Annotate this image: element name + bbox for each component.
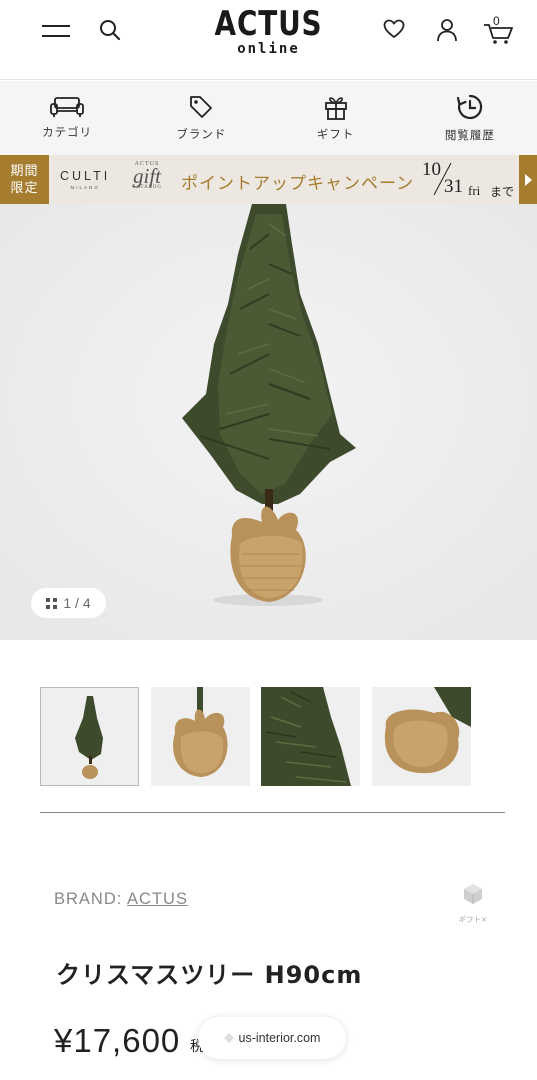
- thumbnail-tree-full-image: [41, 688, 138, 785]
- nav-item-label: ギフト: [316, 127, 355, 141]
- brand-line: BRAND: ACTUS: [54, 890, 188, 909]
- gift-logo-catalog: CATALOG: [132, 185, 162, 190]
- nav-item-label: 閲覧履歴: [444, 128, 495, 142]
- date-suffix: まで: [490, 185, 515, 199]
- sofa-icon: [50, 97, 85, 117]
- limited-line2: 限定: [10, 180, 39, 196]
- gift-icon: [324, 97, 347, 120]
- date-weekday: fri: [468, 183, 481, 198]
- chevron-right-icon: [525, 173, 532, 186]
- grid-icon: [46, 597, 58, 609]
- gift-catalog-logo: ACTUS gift CATALOG: [125, 161, 169, 190]
- campaign-title: ポイントアップキャンペーン: [181, 174, 415, 194]
- site-header: ACTUS online 0: [0, 0, 537, 80]
- nav-item-brand[interactable]: ブランド: [134, 81, 268, 155]
- image-counter: 1 / 4: [31, 588, 106, 618]
- nav-item-category[interactable]: カテゴリ: [0, 81, 134, 155]
- section-divider: [40, 812, 505, 813]
- heart-icon[interactable]: [381, 17, 407, 41]
- thumbnail-branch-closeup-image: [261, 687, 360, 786]
- nav-item-history[interactable]: 閲覧履歴: [403, 81, 537, 155]
- product-main-image[interactable]: 1 / 4: [0, 204, 537, 640]
- date-day: 31: [444, 176, 463, 197]
- gift-unavailable-badge: ギフト×: [452, 882, 494, 925]
- gift-box-icon: [464, 884, 482, 904]
- thumbnail-2[interactable]: [151, 687, 250, 786]
- thumbnail-4[interactable]: [372, 687, 471, 786]
- thumbnail-1[interactable]: [40, 687, 139, 786]
- tag-icon: [190, 96, 213, 118]
- brand-link[interactable]: ACTUS: [127, 890, 188, 908]
- product-title: クリスマスツリー H90cm: [56, 961, 363, 989]
- product-price: ¥17,600: [54, 1022, 181, 1059]
- culti-sub-text: MILANO: [70, 185, 100, 190]
- nav-item-gift[interactable]: ギフト: [269, 81, 403, 155]
- culti-main-text: CULTI: [60, 169, 111, 183]
- browser-url-text: us-interior.com: [238, 1031, 321, 1045]
- site-logo[interactable]: ACTUS online: [200, 6, 337, 56]
- campaign-banner[interactable]: 期間 限定 CULTI MILANO ACTUS gift CATALOG ポイン…: [0, 155, 537, 204]
- gift-logo-word: gift: [132, 164, 161, 188]
- nav-item-label: カテゴリ: [42, 125, 93, 139]
- account-icon[interactable]: [434, 16, 460, 44]
- culti-logo: CULTI MILANO: [60, 169, 110, 190]
- campaign-end-date: 10 31 fri まで: [420, 159, 516, 201]
- thumbnail-3[interactable]: [261, 687, 360, 786]
- christmas-tree-image: [0, 204, 537, 640]
- brand-prefix: BRAND:: [54, 890, 128, 908]
- browser-url-bar[interactable]: us-interior.com: [198, 1017, 346, 1059]
- cart-count-badge: 0: [493, 14, 500, 28]
- thumbnail-strip: [40, 687, 500, 787]
- limited-line1: 期間: [10, 163, 39, 179]
- gift-badge-label: ギフト×: [458, 915, 488, 924]
- logo-main-text: ACTUS: [214, 4, 323, 44]
- site-favicon-icon: [223, 1033, 234, 1043]
- category-nav: カテゴリ ブランド ギフト 閲覧履歴: [0, 81, 537, 155]
- nav-item-label: ブランド: [176, 127, 227, 141]
- thumbnail-burlap-base-image: [151, 687, 250, 786]
- banner-arrow-button[interactable]: [519, 155, 537, 204]
- date-month: 10: [422, 159, 441, 180]
- search-icon[interactable]: [97, 17, 123, 43]
- limited-time-badge: 期間 限定: [0, 155, 49, 204]
- image-counter-text: 1 / 4: [63, 595, 91, 611]
- history-icon: [456, 94, 483, 120]
- menu-icon[interactable]: [40, 18, 72, 44]
- thumbnail-burlap-closeup-image: [372, 687, 471, 786]
- logo-sub-text: online: [237, 41, 300, 57]
